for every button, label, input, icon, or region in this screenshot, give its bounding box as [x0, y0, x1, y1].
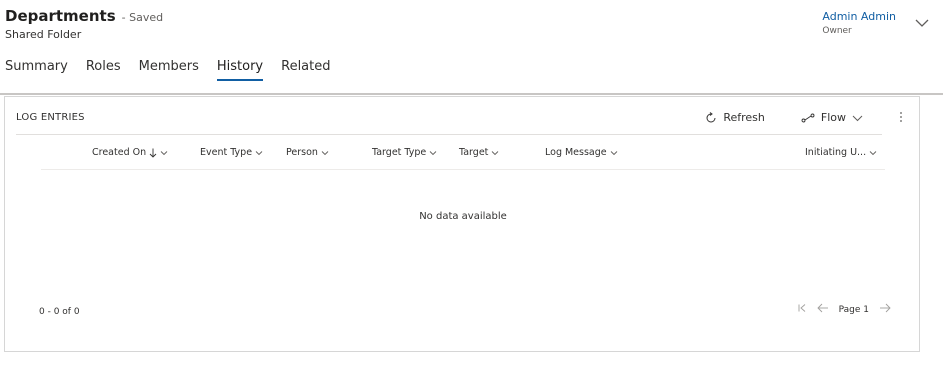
grid-header-row: Created On Event Type Person Target Type: [5, 141, 921, 167]
tab-history[interactable]: History: [216, 59, 264, 81]
page-label: Page 1: [838, 304, 869, 315]
panel-title: LOG ENTRIES: [16, 112, 85, 123]
arrow-right-icon: [879, 303, 891, 316]
refresh-icon: [705, 111, 717, 124]
previous-page-button[interactable]: [816, 303, 829, 316]
expand-header-chevron-icon[interactable]: [913, 14, 931, 32]
chevron-down-icon: [429, 150, 437, 156]
record-count: 0 - 0 of 0: [39, 307, 80, 317]
column-header-event-type[interactable]: Event Type: [200, 147, 263, 158]
column-header-log-message[interactable]: Log Message: [545, 147, 618, 158]
record-title: Departments: [5, 7, 116, 25]
pagination: Page 1: [797, 303, 891, 316]
refresh-label: Refresh: [723, 111, 765, 124]
chevron-down-icon: [852, 114, 863, 122]
flow-button[interactable]: Flow: [797, 109, 867, 126]
chevron-down-icon: [160, 150, 168, 156]
column-header-person[interactable]: Person: [286, 147, 329, 158]
column-header-target-type[interactable]: Target Type: [372, 147, 437, 158]
flow-icon: [801, 113, 815, 123]
arrow-left-icon: [816, 303, 829, 316]
flow-label: Flow: [820, 111, 846, 124]
column-label: Initiating U...: [805, 147, 867, 158]
grid-toolbar: Refresh Flow: [701, 109, 907, 126]
column-label: Target Type: [372, 147, 427, 158]
refresh-button[interactable]: Refresh: [701, 109, 769, 126]
chevron-down-icon: [321, 150, 329, 156]
tab-members[interactable]: Members: [139, 59, 199, 81]
column-label: Log Message: [545, 147, 607, 158]
record-subtitle: Shared Folder: [5, 28, 82, 41]
column-label: Person: [286, 147, 318, 158]
log-entries-panel: LOG ENTRIES Refresh Flow Created On Even…: [4, 96, 920, 352]
column-label: Target: [459, 147, 489, 158]
chevron-down-icon: [869, 150, 877, 156]
record-header: Departments - Saved Shared Folder Admin …: [0, 0, 943, 94]
chevron-down-icon: [610, 150, 618, 156]
column-header-target[interactable]: Target: [459, 147, 499, 158]
empty-state-message: No data available: [419, 211, 507, 222]
owner-role: Owner: [822, 26, 852, 36]
sort-descending-icon: [149, 148, 157, 158]
first-page-button[interactable]: [797, 303, 807, 316]
column-header-created-on[interactable]: Created On: [92, 147, 168, 158]
save-status: - Saved: [121, 11, 164, 24]
owner-block: Admin Admin Owner: [822, 10, 896, 36]
header-divider: [0, 93, 943, 95]
first-page-icon: [797, 304, 807, 316]
chevron-down-icon: [491, 150, 499, 156]
toolbar-divider: [16, 134, 882, 135]
more-options-button[interactable]: [895, 111, 907, 124]
next-page-button[interactable]: [879, 303, 891, 316]
tab-roles[interactable]: Roles: [86, 59, 121, 81]
more-vertical-icon: [899, 111, 903, 127]
chevron-down-icon: [255, 150, 263, 156]
tab-bar: Summary Roles Members History Related: [5, 59, 331, 81]
column-label: Event Type: [200, 147, 253, 158]
column-header-initiating-user[interactable]: Initiating U...: [805, 147, 877, 158]
owner-link[interactable]: Admin Admin: [822, 10, 896, 23]
tab-related[interactable]: Related: [281, 59, 330, 81]
column-label: Created On: [92, 147, 147, 158]
title-row: Departments - Saved: [5, 7, 163, 25]
header-row-divider: [41, 169, 885, 170]
tab-summary[interactable]: Summary: [5, 59, 68, 81]
